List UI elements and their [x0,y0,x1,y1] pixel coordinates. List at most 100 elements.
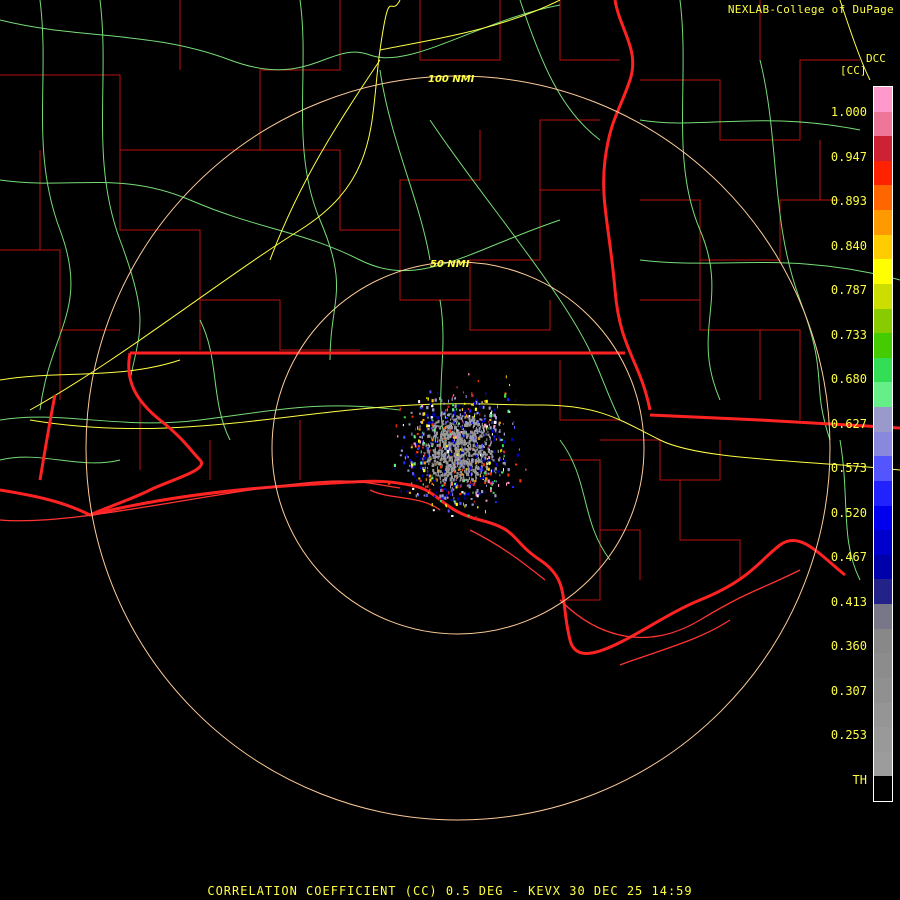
radar-echo-pixel [419,440,421,444]
radar-echo-pixel [429,403,432,406]
radar-echo-pixel [429,421,431,424]
radar-echo-pixel [463,477,465,481]
radar-echo-pixel [431,465,434,467]
radar-echo-pixel [417,463,419,466]
radar-echo-pixel [481,420,484,423]
radar-echo-pixel [471,421,473,424]
color-scale-tick-label: 0.520 [830,505,867,520]
radar-echo-pixel [441,451,443,454]
radar-echo-pixel [462,432,464,435]
radar-echo-pixel [397,435,399,438]
color-scale-tick-label: 0.467 [830,550,867,564]
radar-echo-pixel [443,443,446,447]
color-scale-segment [874,530,892,556]
radar-echo-pixel [479,458,481,461]
radar-echo-pixel [514,426,515,429]
radar-echo-pixel [435,491,437,494]
radar-echo-pixel [467,441,469,444]
radar-echo-pixel [494,461,496,464]
radar-echo-pixel [494,408,496,412]
radar-echo-pixel [487,472,490,475]
color-scale-segment [874,111,892,137]
radar-echo-pixel [458,462,460,465]
radar-echo-pixel [452,436,455,439]
radar-echo-pixel [427,397,429,401]
radar-echo-pixel [483,475,485,478]
radar-echo-pixel [430,416,433,419]
radar-echo-pixel [429,488,431,491]
radar-echo-pixel [497,449,499,453]
radar-echo-pixel [475,464,478,468]
radar-echo-pixel [447,420,449,423]
radar-echo-pixel [464,402,466,405]
radar-echo-pixel [422,412,425,416]
radar-echo-pixel [446,471,448,474]
radar-echo-pixel [468,476,470,480]
radar-echo-pixel [470,498,473,500]
radar-echo-pixel [426,474,428,477]
radar-echo-pixel [426,424,429,428]
radar-echo-pixel [502,462,505,465]
color-scale-segment [874,308,892,334]
radar-echo-pixel [428,444,430,448]
radar-echo-pixel [450,432,452,436]
radar-echo-pixel [479,413,481,416]
radar-echo-pixel [416,451,419,454]
radar-echo-pixel [476,422,478,426]
radar-echo-pixel [472,491,474,494]
radar-echo-pixel [428,474,431,478]
radar-echo-pixel [453,497,455,500]
radar-echo-pixel [393,463,396,467]
radar-echo-pixel [483,434,485,437]
radar-echo-pixel [478,451,481,454]
radar-echo-pixel [512,422,514,425]
radar-echo-pixel [425,485,427,488]
radar-echo-pixel [480,454,481,457]
radar-echo-pixel [458,404,460,408]
radar-echo-pixel [466,435,469,439]
radar-echo-pixel [455,452,457,455]
radar-echo-pixel [484,429,485,433]
radar-echo-pixel [403,435,406,439]
radar-echo-pixel [447,469,450,473]
radar-echo-pixel [417,492,419,495]
radar-echo-pixel [463,428,464,430]
radar-echo-pixel [456,386,458,389]
radar-echo-pixel [503,440,506,444]
radar-echo-pixel [470,444,472,447]
radar-echo-pixel [420,450,422,454]
radar-echo-pixel [455,433,457,436]
radar-echo-pixel [494,480,496,483]
radar-echo-pixel [451,487,453,490]
radar-echo-pixel [457,485,459,488]
radar-echo-pixel [480,449,482,452]
radar-echo-pixel [494,501,497,504]
radar-echo-pixel [462,479,464,483]
radar-echo-pixel [470,438,472,442]
radar-echo-pixel [434,398,437,402]
radar-echo-pixel [455,479,457,481]
radar-echo-pixel [434,447,436,451]
color-scale-segment [874,776,892,802]
radar-echo-pixel [478,403,480,405]
radar-echo-pixel [424,453,426,456]
radar-echo-pixel [460,438,462,440]
color-scale-segment [874,333,892,359]
radar-echo-pixel [480,425,482,428]
radar-echo-pixel [431,436,433,440]
radar-echo-pixel [427,428,429,431]
radar-echo-pixel [472,426,474,429]
radar-echo-pixel [447,509,450,513]
radar-echo-pixel [422,483,424,486]
radar-echo-pixel [490,450,492,453]
radar-echo-pixel [430,442,432,445]
radar-map[interactable]: 100 NMI 50 NMI [0,0,900,900]
radar-echo-pixel [429,449,431,452]
radar-echo-pixel [493,435,495,439]
radar-echo-pixel [452,408,455,412]
radar-echo-pixel [450,418,451,421]
radar-echo-pixel [415,427,416,431]
radar-echo-pixel [464,446,466,450]
radar-echo-pixel [454,461,456,464]
radar-echo-pixel [467,467,470,471]
